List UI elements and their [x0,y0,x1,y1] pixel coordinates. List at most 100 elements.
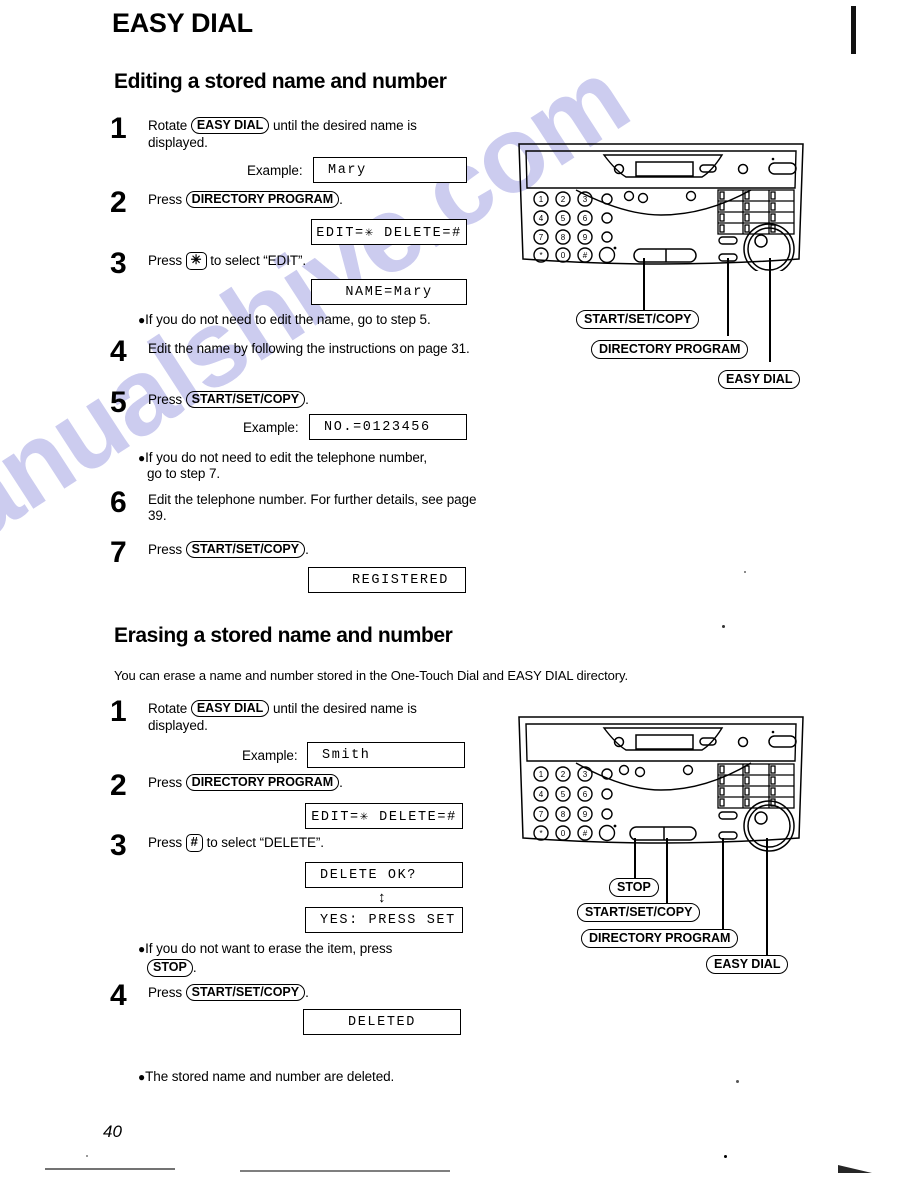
section-title-erasing: Erasing a stored name and number [114,624,453,647]
svg-text:#: # [583,251,588,260]
manual-page: manualshive.com EASY DIAL Editing a stor… [0,0,918,1188]
svg-text:9: 9 [583,233,588,242]
svg-text:5: 5 [561,214,566,223]
callout-easy-dial: EASY DIAL [706,955,789,974]
example-label: Example: [247,163,303,178]
step-number: 2 [110,186,127,219]
fax-machine-diagram-bottom: 1 2 3 4 5 6 7 8 9 * 0 # [516,714,806,854]
page-number: 40 [103,1122,122,1141]
lcd-display-name-field: NAME=Mary [311,279,467,305]
scan-speck [736,1080,739,1083]
svg-text:2: 2 [561,195,566,204]
svg-text:6: 6 [583,214,588,223]
section-intro-text: You can erase a name and number stored i… [114,668,628,683]
svg-text:3: 3 [583,195,588,204]
scan-speck [722,625,725,628]
step-number: 4 [110,979,127,1012]
step-text: Press DIRECTORY PROGRAM. [148,191,480,209]
step-3-erasing: 3 Press # to select “DELETE”. [110,829,480,862]
scan-speck [724,1155,727,1158]
scan-speck [744,571,746,573]
step-number: 3 [110,829,127,862]
step-number: 6 [110,486,127,519]
step-number: 2 [110,769,127,802]
leader-line-start-set-copy [666,838,668,908]
up-down-arrow-icon: ↕ [378,889,386,906]
svg-text:*: * [539,829,542,838]
key-easy-dial: EASY DIAL [190,117,270,135]
lcd-display-number: NO.=0123456 [309,414,467,440]
step-text-after: . [305,392,309,407]
step-1-editing: 1 Rotate EASY DIAL until the desired nam… [110,112,480,152]
svg-text:9: 9 [583,810,588,819]
svg-text:6: 6 [583,790,588,799]
step-text-before: Press [148,253,183,268]
step-number: 7 [110,536,127,569]
step-number: 4 [110,335,127,368]
step-text-after: to select “DELETE”. [206,835,324,850]
step-2-editing: 2 Press DIRECTORY PROGRAM. [110,186,480,219]
leader-line-start-set-copy [643,258,645,310]
step-text-after: . [339,192,343,207]
step-text: Edit the name by following the instructi… [148,341,470,356]
svg-text:*: * [539,251,542,260]
key-start-set-copy: START/SET/COPY [185,541,306,559]
step-4-editing: 4 Edit the name by following the instruc… [110,335,480,368]
svg-text:1: 1 [539,195,544,204]
step-text-after: until the desired name is displayed. [148,701,417,734]
step-text: Press ✳ to select “EDIT”. [148,252,480,271]
step-number: 1 [110,695,127,728]
note-name-number-deleted: ●The stored name and number are deleted. [138,1069,395,1084]
step-text: Press DIRECTORY PROGRAM. [148,774,480,792]
step-number: 1 [110,112,127,145]
step-text: Press START/SET/COPY. [148,391,480,409]
key-start-set-copy: START/SET/COPY [185,984,306,1002]
step-text: Edit the telephone number. For further d… [148,492,477,524]
svg-text:4: 4 [539,214,544,223]
step-text-before: Press [148,775,183,790]
note-skip-to-step-7: ●If you do not need to edit the telephon… [138,450,428,482]
step-5-editing: 5 Press START/SET/COPY. [110,386,480,419]
lcd-display-edit-delete: EDIT=✳ DELETE=# [311,219,467,245]
fax-machine-diagram-top: 1 2 3 4 5 6 7 8 9 * 0 # [516,141,806,275]
page-edge-tab-mark [851,6,856,54]
step-text-before: Press [148,192,183,207]
section-title-editing: Editing a stored name and number [114,70,447,93]
step-number: 5 [110,386,127,419]
svg-text:7: 7 [539,233,544,242]
svg-text:4: 4 [539,790,544,799]
lcd-display-name-smith: Smith [307,742,465,768]
svg-text:1: 1 [539,770,544,779]
svg-text:2: 2 [561,770,566,779]
key-asterisk: ✳ [185,252,207,270]
step-text-after: until the desired name is displayed. [148,118,417,151]
lcd-display-yes-press-set: YES: PRESS SET [305,907,463,933]
step-2-erasing: 2 Press DIRECTORY PROGRAM. [110,769,480,802]
step-1-erasing: 1 Rotate EASY DIAL until the desired nam… [110,695,480,735]
chapter-title: EASY DIAL [112,8,253,38]
step-text: Rotate EASY DIAL until the desired name … [148,117,480,152]
step-text-before: Press [148,985,183,1000]
fax-panel-svg: 1 2 3 4 5 6 7 8 9 * 0 # [518,143,804,275]
lcd-display-registered: REGISTERED [308,567,466,593]
step-text-after: . [305,542,309,557]
step-text-after: . [339,775,343,790]
svg-text:8: 8 [561,810,566,819]
step-text-after: . [305,985,309,1000]
leader-line-stop [634,838,636,882]
leader-line-directory-program [727,258,729,336]
leader-line-easy-dial [769,258,771,362]
key-start-set-copy: START/SET/COPY [185,391,306,409]
step-text-before: Press [148,835,183,850]
key-easy-dial: EASY DIAL [190,700,270,718]
svg-text:0: 0 [561,829,566,838]
lcd-display-delete-ok: DELETE OK? [305,862,463,888]
step-text: Rotate EASY DIAL until the desired name … [148,700,480,735]
fax-panel-svg: 1 2 3 4 5 6 7 8 9 * 0 # [518,716,804,852]
lcd-display-deleted: DELETED [303,1009,461,1035]
callout-start-set-copy: START/SET/COPY [576,310,700,329]
note-period: . [192,960,197,976]
key-hash: # [185,834,203,852]
scan-artifact [240,1170,450,1172]
key-directory-program: DIRECTORY PROGRAM [185,774,340,792]
